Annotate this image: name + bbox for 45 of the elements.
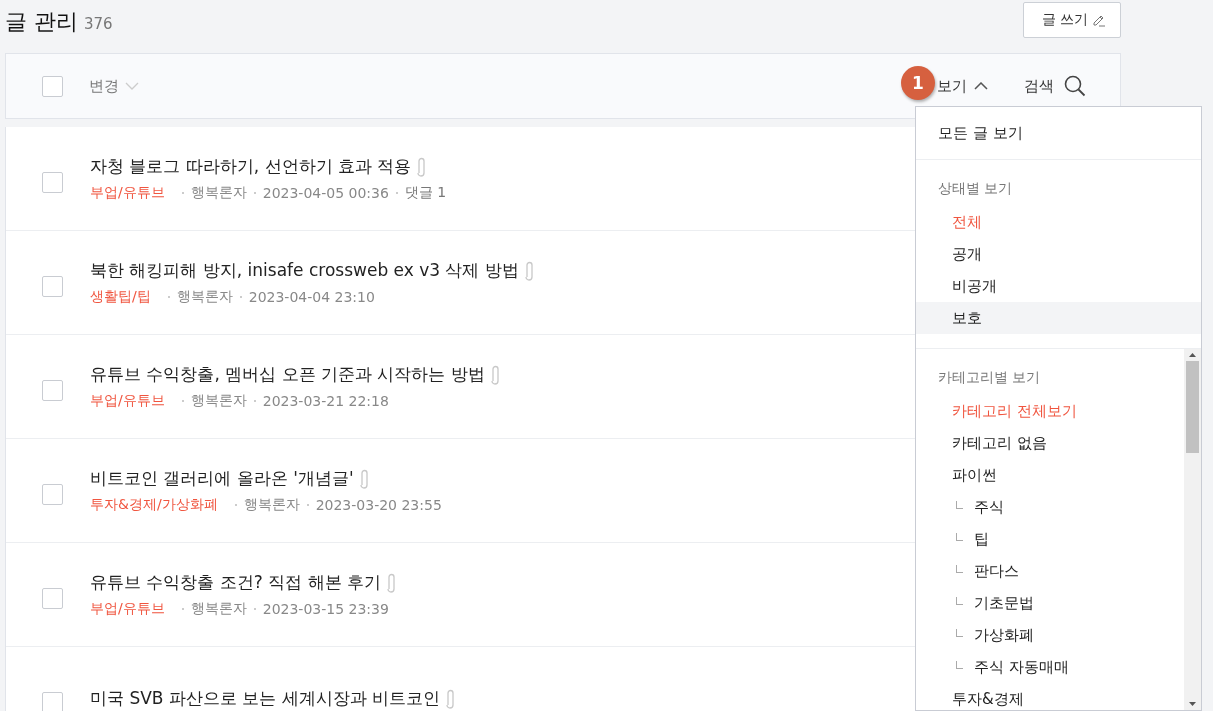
post-title[interactable]: 유튜브 수익창출 조건? 직접 해본 후기	[90, 571, 382, 594]
write-button[interactable]: 글 쓰기	[1022, 1, 1121, 38]
menu-item[interactable]: 판다스	[974, 561, 1019, 581]
menu-item[interactable]: 공개	[916, 238, 1201, 270]
menu-item[interactable]: 주식 자동매매	[974, 657, 1069, 677]
menu-heading: 상태별 보기	[937, 180, 1014, 198]
post-category[interactable]: 투자&경제/가상화폐	[90, 496, 218, 514]
menu-item[interactable]: 투자&경제	[916, 683, 1184, 711]
menu-item[interactable]: 주식	[974, 497, 1004, 517]
post-author: 행복론자	[190, 184, 247, 202]
menu-item[interactable]: 팁	[974, 529, 989, 549]
post-author: 행복론자	[190, 600, 247, 618]
post-title[interactable]: 비트코인 갤러리에 올라온 '개념글'	[90, 467, 354, 490]
menu-heading: 카테고리별 보기	[937, 369, 1042, 387]
post-author: 행복론자	[243, 496, 300, 514]
change-dropdown[interactable]: 변경	[89, 76, 139, 96]
post-author: 행복론자	[190, 392, 247, 410]
menu-item[interactable]: 파이썬	[916, 459, 1184, 491]
menu-item[interactable]: 기초문법	[974, 593, 1034, 613]
post-author: 행복론자	[176, 288, 233, 306]
post-category[interactable]: 부업/유튜브	[90, 392, 165, 410]
menu-item[interactable]: 카테고리 전체보기	[916, 395, 1184, 427]
menu-item[interactable]: 모든 글 보기	[916, 107, 1201, 160]
post-title[interactable]: 북한 해킹피해 방지, inisafe crossweb ex v3 삭제 방법	[90, 259, 519, 282]
page-title: 글 관리	[5, 7, 78, 36]
post-title[interactable]: 유튜브 수익창출, 멤버십 오픈 기준과 시작하는 방법	[90, 363, 485, 386]
post-category[interactable]: 부업/유튜브	[90, 184, 165, 202]
post-title[interactable]: 미국 SVB 파산으로 보는 세계시장과 비트코인	[90, 687, 441, 710]
annotation-badge: 1	[901, 66, 935, 100]
post-date: 2023-04-04 23:10	[248, 289, 375, 305]
search-button[interactable]: 검색	[1024, 75, 1086, 97]
menu-item[interactable]: 가상화폐	[974, 625, 1034, 645]
post-count: 376	[84, 14, 113, 33]
menu-item[interactable]: 비공개	[916, 270, 1201, 302]
comment-count[interactable]: 댓글 1	[404, 184, 447, 202]
post-date: 2023-03-15 23:39	[262, 601, 389, 617]
post-title[interactable]: 자청 블로그 따라하기, 선언하기 효과 적용	[90, 155, 412, 178]
post-category[interactable]: 부업/유튜브	[90, 600, 165, 618]
post-date: 2023-03-21 22:18	[262, 393, 389, 409]
post-date: 2023-04-05 00:36	[262, 185, 389, 201]
view-dropdown[interactable]: 보기	[937, 76, 988, 96]
post-date: 2023-03-20 23:55	[315, 497, 442, 513]
menu-item[interactable]: 카테고리 없음	[916, 427, 1184, 459]
post-category[interactable]: 생활팁/팁	[90, 288, 151, 306]
menu-item[interactable]: 보호	[916, 302, 1201, 334]
